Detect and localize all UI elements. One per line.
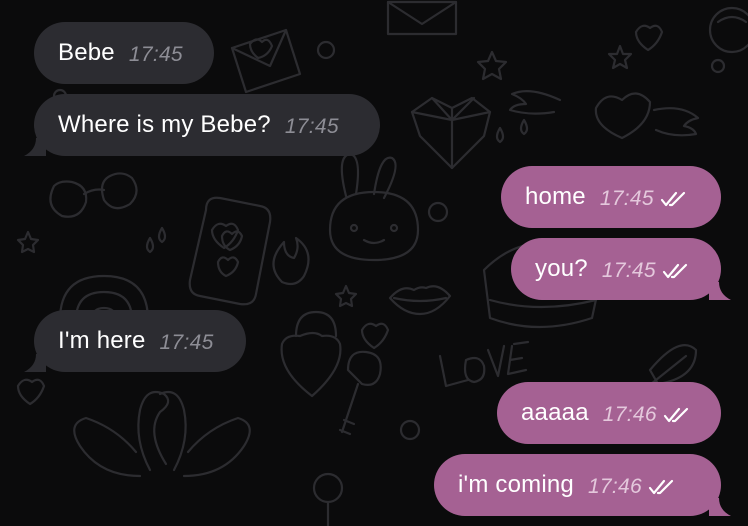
message-bubble-outgoing[interactable]: home 17:45 bbox=[501, 166, 721, 228]
bubble-tail bbox=[709, 282, 731, 300]
double-check-icon bbox=[648, 479, 674, 495]
message-text: home bbox=[525, 183, 586, 210]
message-text: i'm coming bbox=[458, 471, 574, 498]
message-bubble-outgoing[interactable]: aaaaa 17:46 bbox=[497, 382, 721, 444]
message-bubble-incoming[interactable]: Bebe 17:45 bbox=[34, 22, 214, 84]
message-text: Where is my Bebe? bbox=[58, 111, 271, 138]
message-time: 17:45 bbox=[128, 43, 183, 66]
message-time: 17:46 bbox=[587, 475, 643, 498]
message-bubble-incoming[interactable]: Where is my Bebe? 17:45 bbox=[24, 94, 380, 156]
message-text: aaaaa bbox=[521, 399, 589, 426]
double-check-icon bbox=[662, 263, 688, 279]
message-list: Bebe 17:45 Where is my Bebe? 17:45 home … bbox=[0, 0, 748, 526]
message-time: 17:45 bbox=[159, 331, 214, 354]
message-time: 17:45 bbox=[601, 259, 656, 282]
message-bubble-outgoing[interactable]: you? 17:45 bbox=[511, 238, 731, 300]
message-time: 17:45 bbox=[284, 115, 339, 138]
bubble-tail bbox=[24, 354, 46, 372]
double-check-icon bbox=[663, 407, 688, 423]
double-check-icon bbox=[660, 191, 686, 207]
message-bubble-outgoing[interactable]: i'm coming 17:46 bbox=[434, 454, 731, 516]
bubble-tail bbox=[709, 498, 731, 516]
bubble-tail bbox=[24, 138, 46, 156]
message-time: 17:45 bbox=[599, 187, 654, 210]
message-text: you? bbox=[535, 255, 588, 282]
message-text: I'm here bbox=[58, 327, 146, 354]
message-time: 17:46 bbox=[602, 403, 657, 426]
message-text: Bebe bbox=[58, 39, 115, 66]
message-bubble-incoming[interactable]: I'm here 17:45 bbox=[24, 310, 246, 372]
